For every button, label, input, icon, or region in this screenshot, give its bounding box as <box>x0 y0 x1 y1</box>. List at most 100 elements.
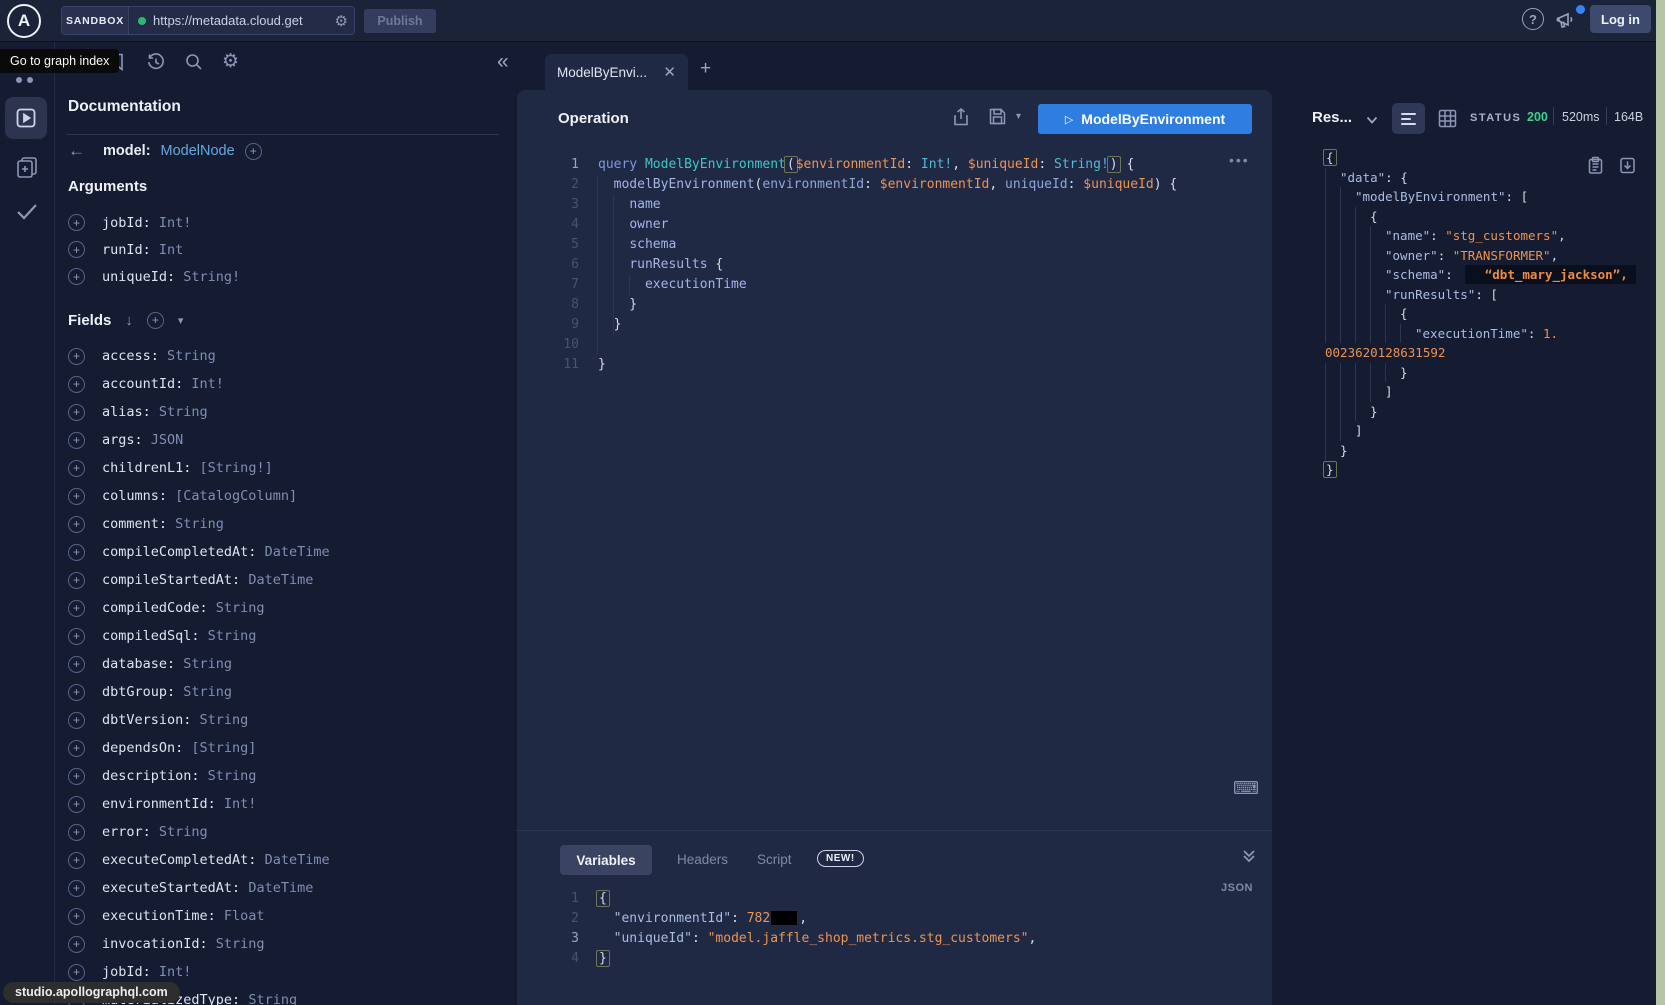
breadcrumb-type-link[interactable]: ModelNode <box>161 143 235 159</box>
code-line: } <box>1325 460 1657 480</box>
editor-mode-label: JSON <box>1185 882 1253 894</box>
add-field-icon[interactable]: + <box>68 628 85 645</box>
add-field-icon[interactable]: + <box>68 684 85 701</box>
add-field-icon[interactable]: + <box>68 964 85 981</box>
apollo-logo[interactable]: A <box>7 4 41 38</box>
field-type: Int <box>159 242 183 258</box>
field-name: columns: <box>102 488 175 504</box>
field-row: +runId: Int <box>68 236 508 263</box>
help-icon[interactable]: ? <box>1522 8 1544 30</box>
field-name: access: <box>102 348 167 364</box>
code-line: 9 } <box>517 315 1177 335</box>
add-field-icon[interactable]: + <box>68 241 85 258</box>
field-type: Int! <box>224 796 257 812</box>
add-field-icon[interactable]: + <box>68 404 85 421</box>
add-field-icon[interactable]: + <box>68 712 85 729</box>
variables-editor[interactable]: 1{2 "environmentId": 782,3 "uniqueId": "… <box>517 889 1036 969</box>
more-options-icon[interactable]: ••• <box>1229 152 1250 168</box>
tooltip: Go to graph index <box>0 49 119 73</box>
field-row: +args: JSON <box>68 426 508 454</box>
field-name: compileCompletedAt: <box>102 544 265 560</box>
field-type: JSON <box>151 432 184 448</box>
code-line: 7 executionTime <box>517 275 1177 295</box>
checklist-tab[interactable] <box>13 199 41 223</box>
query-editor[interactable]: 1query ModelByEnvironment($environmentId… <box>517 155 1177 375</box>
field-name: executeStartedAt: <box>102 880 248 896</box>
announcements-icon[interactable] <box>1555 9 1579 31</box>
publish-button[interactable]: Publish <box>364 9 436 33</box>
field-type: String! <box>183 269 240 285</box>
code-line: } <box>1325 402 1657 422</box>
code-line: "runResults": [ <box>1325 285 1657 305</box>
code-line: { <box>1325 148 1657 168</box>
field-name: dependsOn: <box>102 740 191 756</box>
sandbox-badge: SANDBOX <box>62 7 129 34</box>
response-title[interactable]: Res... <box>1312 109 1352 126</box>
code-line: 4 owner <box>517 215 1177 235</box>
line-number: 5 <box>517 235 579 255</box>
add-field-icon[interactable]: + <box>68 656 85 673</box>
graph-index-icon[interactable] <box>16 77 22 83</box>
sort-icon[interactable]: ↓ <box>125 312 133 329</box>
back-icon[interactable]: ← <box>68 141 85 161</box>
field-name: error: <box>102 824 159 840</box>
add-field-icon[interactable]: + <box>68 600 85 617</box>
add-field-icon[interactable]: + <box>68 936 85 953</box>
add-type-icon[interactable]: + <box>245 143 262 160</box>
operation-title: Operation <box>558 110 629 127</box>
add-field-icon[interactable]: + <box>68 268 85 285</box>
run-button[interactable]: ▷ ModelByEnvironment <box>1038 104 1252 134</box>
operation-tab[interactable]: ModelByEnvi... ✕ <box>545 54 688 90</box>
line-number: 8 <box>517 295 579 315</box>
list-view-toggle[interactable] <box>1392 103 1425 134</box>
login-button[interactable]: Log in <box>1590 5 1651 33</box>
table-view-toggle[interactable] <box>1437 108 1458 129</box>
add-field-icon[interactable]: + <box>68 432 85 449</box>
add-field-icon[interactable]: + <box>68 740 85 757</box>
tab-headers[interactable]: Headers <box>677 852 728 867</box>
chevron-down-icon[interactable]: ▾ <box>178 314 184 327</box>
new-tab-button[interactable]: + <box>700 58 711 80</box>
connection-settings-icon[interactable]: ⚙ <box>335 12 348 30</box>
tab-script[interactable]: Script <box>757 852 792 867</box>
field-type: String <box>248 992 297 1005</box>
endpoint-input[interactable]: https://metadata.cloud.get ⚙ <box>129 7 354 34</box>
field-row: +compileCompletedAt: DateTime <box>68 538 508 566</box>
share-icon[interactable] <box>952 107 970 127</box>
field-row: +executionTime: Float <box>68 902 508 930</box>
response-dropdown-icon[interactable] <box>1366 115 1378 125</box>
add-field-icon[interactable]: + <box>68 880 85 897</box>
explorer-tab[interactable] <box>5 97 47 139</box>
add-field-icon[interactable]: + <box>68 544 85 561</box>
keyboard-shortcuts-icon[interactable]: ⌨ <box>1233 778 1259 799</box>
tab-variables[interactable]: Variables <box>560 845 652 875</box>
add-field-icon[interactable]: + <box>68 376 85 393</box>
endpoint-url[interactable]: https://metadata.cloud.get <box>153 13 328 28</box>
add-field-icon[interactable]: + <box>68 348 85 365</box>
collapse-panel-icon[interactable] <box>1241 848 1257 864</box>
add-field-icon[interactable]: + <box>68 488 85 505</box>
response-body[interactable]: {"data": {"modelByEnvironment": [{"name"… <box>1325 148 1657 480</box>
operation-panel: Operation ▾ ▷ ModelByEnvironment ••• 1qu… <box>517 90 1272 1005</box>
add-field-icon[interactable]: + <box>68 214 85 231</box>
add-field-icon[interactable]: + <box>68 572 85 589</box>
field-type: String <box>216 936 265 952</box>
add-field-icon[interactable]: + <box>68 824 85 841</box>
add-field-icon[interactable]: + <box>68 460 85 477</box>
add-field-icon[interactable]: + <box>68 908 85 925</box>
tab-close-icon[interactable]: ✕ <box>663 63 676 81</box>
browser-status-text: studio.apollographql.com <box>3 982 180 1003</box>
collections-tab[interactable] <box>14 154 40 180</box>
add-field-icon[interactable]: + <box>68 796 85 813</box>
add-field-icon[interactable]: + <box>68 852 85 869</box>
save-icon[interactable] <box>988 107 1007 126</box>
line-number: 3 <box>517 195 579 215</box>
field-type: [String!] <box>200 460 273 476</box>
fields-title: Fields <box>68 312 111 329</box>
add-all-fields-icon[interactable]: + <box>147 312 164 329</box>
add-field-icon[interactable]: + <box>68 516 85 533</box>
add-field-icon[interactable]: + <box>68 768 85 785</box>
graph-index-icon[interactable] <box>27 77 33 83</box>
save-options-chevron-icon[interactable]: ▾ <box>1016 111 1021 122</box>
field-name: childrenL1: <box>102 460 200 476</box>
